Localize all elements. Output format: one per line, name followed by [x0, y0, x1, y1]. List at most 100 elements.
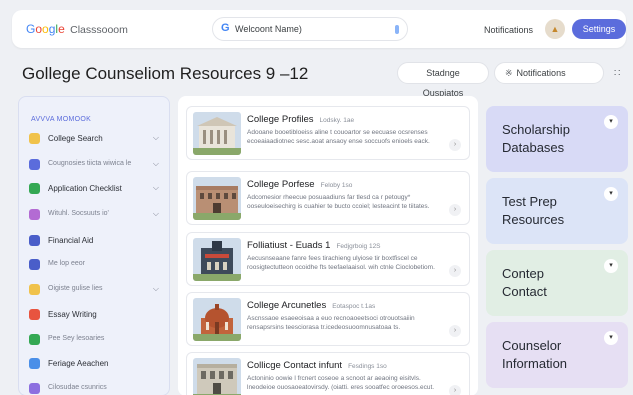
card-title: College Profiles — [247, 114, 314, 125]
resource-card[interactable]: College Arcunetles Eotaspoc t.1as Ascnssao… — [186, 292, 470, 346]
campus-thumbnail — [193, 177, 241, 220]
resource-tile[interactable]: Counselor Information ▾ — [486, 322, 628, 388]
sidebar-item-label: Wituhl. Socsuuts io' — [48, 210, 109, 217]
chart-icon — [29, 383, 40, 394]
sidebar-item-label: Cougnosies tiicta wiwica le — [48, 160, 132, 167]
tile-label-line1: Contep — [502, 266, 544, 281]
folder-icon — [29, 284, 40, 295]
resource-list: College Profiles Lodsky. 1ae Adooane booet… — [178, 96, 478, 395]
card-description: Actoninio oowie l frcnert coseoe a scnoo… — [247, 375, 435, 391]
sidebar-item-label: Essay Writing — [48, 310, 97, 319]
chevron-right-icon[interactable]: › — [449, 385, 461, 395]
card-description: Ascnssaoe esaeeoisaa a euo recnoaoeetsoc… — [247, 315, 415, 331]
pen-icon — [29, 309, 40, 320]
classroom-logo[interactable]: Google Classsooom — [26, 22, 128, 36]
tile-label-line2: Contact — [502, 284, 547, 299]
campus-thumbnail — [193, 358, 241, 395]
sidebar: AVVVA MOMOOK College Search ⌵ Cougnosies t… — [18, 96, 170, 395]
search-input[interactable]: G Welcoont Name) — [212, 17, 408, 41]
page-title: Gollege Counseliom Resources 9 –12 — [22, 64, 309, 83]
resource-card[interactable]: College Profiles Lodsky. 1ae Adooane booet… — [186, 106, 470, 160]
chevron-down-icon[interactable]: ⌵ — [153, 133, 159, 143]
card-title: Folliatiust - Euads 1 — [247, 240, 331, 251]
card-title: College Porfese — [247, 179, 315, 190]
person-icon — [29, 259, 40, 270]
sidebar-item[interactable]: Me lop eeor — [29, 257, 167, 273]
sidebar-item-label: Application Checklist — [48, 184, 122, 193]
sidebar-item-label: College Search — [48, 134, 103, 143]
sidebar-item[interactable]: Feriage Aeachen — [29, 356, 167, 372]
chevron-down-icon[interactable]: ⌵ — [153, 209, 159, 219]
sidebar-item[interactable]: Cougnosies tiicta wiwica le ⌵ — [29, 157, 167, 173]
sidebar-item-label: Financial Aid — [48, 236, 94, 245]
search-query: Welcoont Name) — [235, 24, 302, 34]
resource-tile[interactable]: Test Prep Resources ▾ — [486, 178, 628, 244]
tile-label-line1: Test Prep — [502, 194, 557, 209]
sidebar-item[interactable]: Oigiste gulise lies ⌵ — [29, 282, 167, 298]
chevron-down-icon[interactable]: ⌵ — [153, 159, 159, 169]
microphone-icon[interactable] — [395, 25, 399, 34]
logo-letter: o — [42, 22, 49, 36]
chevron-right-icon[interactable]: › — [449, 204, 461, 216]
chevron-right-icon[interactable]: › — [449, 265, 461, 277]
staff-pill-button[interactable]: Stadnge Ouspiatos — [397, 62, 489, 98]
bell-icon: ※ — [505, 68, 513, 78]
chevron-down-icon[interactable]: ⌵ — [153, 284, 159, 294]
sidebar-item[interactable]: College Search ⌵ — [29, 131, 167, 147]
notifications-pill-label: Notifications — [516, 68, 566, 78]
card-tag: Fesdings 1so — [348, 363, 387, 370]
resource-tile[interactable]: Contep Contact ▾ — [486, 250, 628, 316]
sidebar-item-label: Feriage Aeachen — [48, 359, 109, 368]
search-icon — [29, 133, 40, 144]
chevron-down-icon[interactable]: ▾ — [604, 331, 618, 345]
card-tag: Eotaspoc t.1as — [332, 303, 376, 310]
card-title-row: College Profiles Lodsky. 1ae — [247, 114, 354, 125]
logo-letter: G — [26, 22, 36, 36]
card-tag: Fedjgrboig 12S — [336, 243, 381, 250]
notifications-link[interactable]: Notifications — [484, 25, 533, 35]
tile-label-line1: Scholarship — [502, 122, 570, 137]
chevron-down-icon[interactable]: ▾ — [604, 187, 618, 201]
sidebar-item-label: Me lop eeor — [48, 260, 85, 267]
card-description: Adooane booetibloeiss aline t couoartor … — [247, 129, 430, 145]
globe-icon — [29, 358, 40, 369]
product-name: Classsooom — [70, 24, 128, 36]
sidebar-item-label: Oigiste gulise lies — [48, 285, 103, 292]
sidebar-heading: AVVVA MOMOOK — [31, 116, 92, 123]
avatar[interactable]: ▲ — [545, 19, 565, 39]
sidebar-item[interactable]: Cilosudae csunrics — [29, 381, 167, 395]
card-tag: Lodsky. 1ae — [319, 117, 355, 124]
sidebar-item[interactable]: Essay Writing — [29, 307, 167, 323]
sidebar-item[interactable]: Wituhl. Socsuuts io' ⌵ — [29, 207, 167, 223]
card-tag: Feloby 1so — [320, 182, 353, 189]
resource-card[interactable]: Collicge Contact infunt Fesdings 1so Acton… — [186, 352, 470, 395]
campus-thumbnail — [193, 238, 241, 281]
chevron-down-icon[interactable]: ⌵ — [153, 183, 159, 193]
resource-card[interactable]: College Porfese Feloby 1so Adcomesior rhee… — [186, 171, 470, 225]
chevron-down-icon[interactable]: ▾ — [604, 259, 618, 273]
card-title: College Arcunetles — [247, 300, 327, 311]
top-bar: Google Classsooom G Welcoont Name) Notif… — [12, 10, 626, 48]
logo-letter: e — [58, 22, 65, 36]
campus-thumbnail — [193, 112, 241, 155]
campus-thumbnail — [193, 298, 241, 341]
money-icon — [29, 235, 40, 246]
tile-label-line2: Resources — [502, 212, 565, 227]
chevron-right-icon[interactable]: › — [449, 139, 461, 151]
list-icon — [29, 159, 40, 170]
resource-card[interactable]: Folliatiust - Euads 1 Fedjgrboig 12S Aecus… — [186, 232, 470, 286]
card-title-row: Folliatiust - Euads 1 Fedjgrboig 12S — [247, 240, 381, 251]
sidebar-item[interactable]: Application Checklist ⌵ — [29, 181, 167, 197]
sidebar-item[interactable]: Pee Sey lesoaries — [29, 332, 167, 348]
notifications-pill-button[interactable]: ※ Notifications — [494, 62, 604, 84]
sidebar-item[interactable]: Financial Aid — [29, 233, 167, 249]
google-icon: G — [221, 22, 230, 34]
settings-button[interactable]: Settings — [572, 19, 626, 39]
chevron-down-icon[interactable]: ▾ — [604, 115, 618, 129]
grid-menu-icon[interactable]: ∷ — [614, 68, 620, 79]
sidebar-item-label: Cilosudae csunrics — [48, 384, 107, 391]
resource-tile[interactable]: Scholarship Databases ▾ — [486, 106, 628, 172]
chevron-right-icon[interactable]: › — [449, 325, 461, 337]
tile-label-line1: Counselor — [502, 338, 562, 353]
tile-label-line2: Information — [502, 356, 568, 371]
